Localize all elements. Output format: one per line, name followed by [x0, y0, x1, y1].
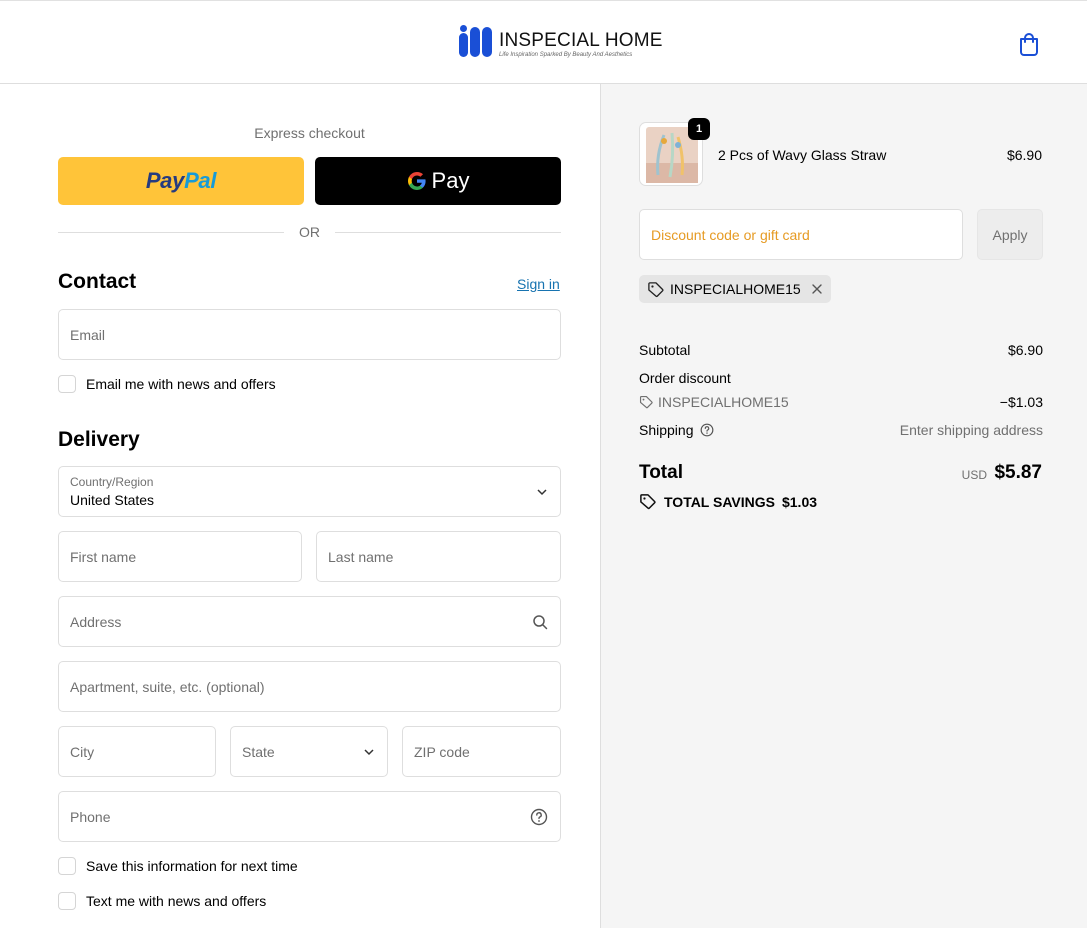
contact-title: Contact [58, 270, 137, 293]
discount-code-label: INSPECIALHOME15 [658, 394, 789, 410]
shipping-label: Shipping [639, 422, 694, 438]
last-name-placeholder: Last name [328, 548, 394, 565]
brand-logo-icon [459, 25, 492, 57]
country-label: Country/Region [70, 475, 154, 489]
phone-field[interactable]: Phone [58, 791, 561, 842]
state-placeholder: State [242, 743, 275, 760]
google-pay-label: Pay [431, 168, 470, 193]
currency-code: USD [961, 468, 987, 482]
discount-code-row: INSPECIALHOME15 −$1.03 [639, 394, 1043, 410]
checkout-form: Express checkout PayPal Pay OR Contact S… [0, 84, 600, 928]
save-info-label: Save this information for next time [86, 858, 298, 874]
delivery-title: Delivery [58, 428, 140, 451]
news-checkbox-label: Email me with news and offers [86, 376, 276, 392]
text-me-checkbox[interactable] [58, 892, 76, 910]
help-circle-icon[interactable] [530, 808, 548, 826]
savings-value: $1.03 [781, 493, 818, 510]
news-checkbox-row[interactable]: Email me with news and offers [58, 375, 276, 393]
save-info-row[interactable]: Save this information for next time [58, 857, 298, 875]
paypal-logo: PayPal [145, 168, 217, 193]
applied-code-label: INSPECIALHOME15 [670, 281, 801, 297]
country-value: United States [70, 492, 155, 508]
discount-value: −$1.03 [999, 394, 1043, 410]
total-label: Total [639, 462, 683, 483]
city-field[interactable]: City [58, 726, 216, 777]
apartment-field[interactable]: Apartment, suite, etc. (optional) [58, 661, 561, 712]
express-checkout-label: Express checkout [254, 125, 365, 141]
brand-logo[interactable]: INSPECIAL HOME Life Inspiration Sparked … [459, 25, 663, 59]
google-pay-button[interactable]: Pay [315, 157, 561, 205]
phone-placeholder: Phone [70, 808, 111, 825]
email-field[interactable]: Email [58, 309, 561, 360]
country-select[interactable]: Country/Region United States [58, 466, 561, 517]
quantity-badge: 1 [688, 118, 710, 140]
help-circle-icon[interactable] [700, 423, 714, 437]
first-name-placeholder: First name [70, 548, 137, 565]
total-value: $5.87 [994, 462, 1042, 483]
brand-tagline: Life Inspiration Sparked By Beauty And A… [499, 52, 633, 58]
savings-label: TOTAL SAVINGS [664, 493, 775, 510]
order-discount-row: Order discount [639, 370, 1043, 386]
news-checkbox[interactable] [58, 375, 76, 393]
address-field[interactable]: Address [58, 596, 561, 647]
applied-discount-chip: INSPECIALHOME15 [639, 275, 831, 303]
tag-icon [639, 395, 653, 409]
discount-placeholder: Discount code or gift card [651, 227, 810, 243]
text-me-row[interactable]: Text me with news and offers [58, 892, 266, 910]
state-select[interactable]: State [230, 726, 388, 777]
paypal-button[interactable]: PayPal [58, 157, 304, 205]
tag-icon [648, 281, 664, 297]
or-divider: OR [58, 224, 561, 242]
shopping-bag-icon[interactable] [1018, 32, 1040, 56]
product-price: $6.90 [1006, 147, 1042, 163]
subtotal-label: Subtotal [639, 342, 691, 358]
chevron-down-icon [364, 748, 374, 755]
last-name-field[interactable]: Last name [316, 531, 561, 582]
product-name: 2 Pcs of Wavy Glass Straw [718, 147, 887, 163]
address-placeholder: Address [70, 613, 122, 630]
sign-in-link[interactable]: Sign in [517, 276, 560, 292]
email-placeholder: Email [70, 326, 106, 343]
chevron-down-icon [537, 488, 547, 495]
site-header: INSPECIAL HOME Life Inspiration Sparked … [0, 0, 1087, 84]
shipping-row: Shipping Enter shipping address [639, 422, 1043, 438]
total-savings: TOTAL SAVINGS $1.03 [639, 493, 817, 510]
tag-icon [640, 494, 656, 510]
subtotal-value: $6.90 [1007, 342, 1043, 358]
zip-placeholder: ZIP code [414, 743, 470, 760]
order-summary: 1 2 Pcs of Wavy Glass Straw $6.90 Discou… [600, 84, 1087, 928]
apply-button[interactable]: Apply [977, 209, 1043, 260]
google-g-icon [407, 172, 426, 190]
text-me-label: Text me with news and offers [86, 893, 267, 909]
zip-field[interactable]: ZIP code [402, 726, 561, 777]
save-info-checkbox[interactable] [58, 857, 76, 875]
subtotal-row: Subtotal $6.90 [639, 342, 1043, 358]
brand-name: INSPECIAL HOME [499, 30, 663, 51]
first-name-field[interactable]: First name [58, 531, 302, 582]
apartment-placeholder: Apartment, suite, etc. (optional) [70, 678, 265, 695]
or-text: OR [299, 224, 320, 240]
discount-code-input[interactable]: Discount code or gift card [639, 209, 963, 260]
order-discount-label: Order discount [639, 370, 731, 386]
close-icon[interactable] [811, 283, 823, 295]
shipping-value: Enter shipping address [899, 422, 1043, 438]
search-icon [533, 614, 548, 629]
city-placeholder: City [70, 743, 95, 760]
